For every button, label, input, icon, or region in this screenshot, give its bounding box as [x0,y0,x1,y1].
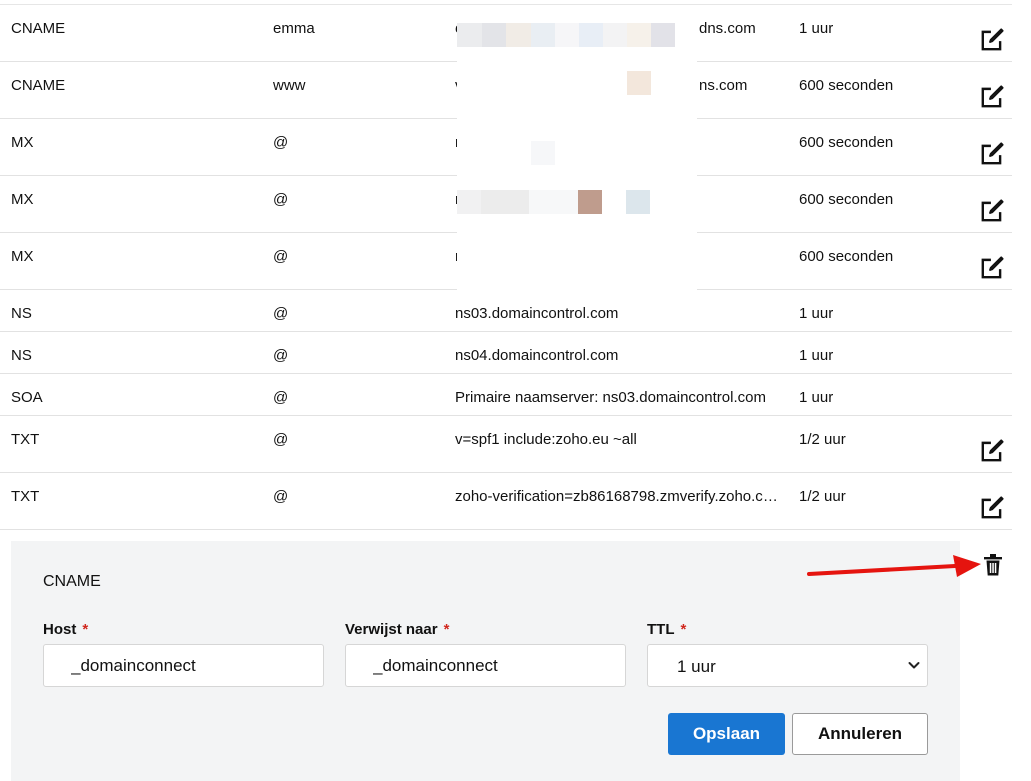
record-type: NS [11,347,32,364]
annotation-arrow-icon [807,555,981,577]
record-type: SOA [11,389,43,406]
record-value-tail: dns.com [699,20,756,37]
panel-title: CNAME [43,573,101,590]
record-value: ns04.domaincontrol.com [455,347,619,364]
record-type: TXT [11,488,40,505]
record-ttl: 1 uur [799,305,834,322]
edit-icon[interactable] [979,27,1005,53]
chevron-down-icon [907,658,921,672]
points-to-input[interactable] [345,644,626,687]
record-name: emma [273,20,315,37]
ttl-select[interactable]: 1 uur [647,644,928,687]
record-type: CNAME [11,77,66,94]
record-ttl: 1 uur [799,389,834,406]
record-type: CNAME [11,20,66,37]
record-value-tail: ns.com [699,77,748,94]
record-type: MX [11,134,34,151]
save-button[interactable]: Opslaan [668,713,785,755]
record-name: @ [273,248,289,265]
record-type: NS [11,305,32,322]
record-ttl: 600 seconden [799,134,894,151]
record-value: zoho-verification=zb86168798.zmverify.zo… [455,488,780,505]
required-mark: * [443,621,450,638]
record-ttl: 600 seconden [799,248,894,265]
record-name: @ [273,191,289,208]
trash-icon[interactable] [982,553,1004,577]
record-value: ns03.domaincontrol.com [455,305,619,322]
host-input[interactable] [43,644,324,687]
required-mark: * [82,621,89,638]
record-value: Primaire naamserver: ns03.domaincontrol.… [455,389,766,406]
host-label: Host * [43,621,89,638]
record-type: MX [11,248,34,265]
table-row: SOA @ Primaire naamserver: ns03.domainco… [0,374,1012,416]
record-type: MX [11,191,34,208]
points-to-label: Verwijst naar * [345,621,450,638]
record-value: v=spf1 include:zoho.eu ~all [455,431,637,448]
edit-icon[interactable] [979,255,1005,281]
edit-icon[interactable] [979,84,1005,110]
record-name: @ [273,431,289,448]
record-name: @ [273,134,289,151]
edit-icon[interactable] [979,495,1005,521]
edit-icon[interactable] [979,141,1005,167]
record-type: TXT [11,431,40,448]
cancel-button[interactable]: Annuleren [792,713,928,755]
record-name: @ [273,389,289,406]
redacted-values [457,5,697,290]
record-name: @ [273,305,289,322]
edit-icon[interactable] [979,198,1005,224]
required-mark: * [680,621,687,638]
table-row: TXT @ v=spf1 include:zoho.eu ~all 1/2 uu… [0,416,1012,473]
record-name: @ [273,488,289,505]
edit-icon[interactable] [979,438,1005,464]
table-row: TXT @ zoho-verification=zb86168798.zmver… [0,473,1012,530]
record-name: @ [273,347,289,364]
record-ttl: 600 seconden [799,191,894,208]
record-ttl: 600 seconden [799,77,894,94]
record-name: www [273,77,306,94]
record-ttl: 1 uur [799,347,834,364]
ttl-selected-value: 1 uur [677,657,716,676]
table-row: NS @ ns03.domaincontrol.com 1 uur [0,290,1012,332]
table-row: NS @ ns04.domaincontrol.com 1 uur [0,332,1012,374]
ttl-label: TTL * [647,621,687,638]
record-ttl: 1 uur [799,20,834,37]
record-ttl: 1/2 uur [799,488,846,505]
record-ttl: 1/2 uur [799,431,846,448]
